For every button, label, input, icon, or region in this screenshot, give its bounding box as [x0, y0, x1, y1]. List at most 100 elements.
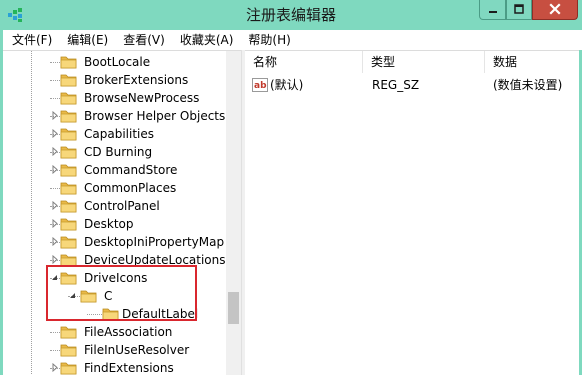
minimize-button[interactable] — [479, 0, 506, 20]
tree-connector — [50, 80, 60, 81]
tree-item[interactable]: Capabilities — [3, 125, 223, 143]
tree-connector — [50, 350, 60, 351]
folder-icon — [60, 146, 77, 159]
list-row[interactable]: ab (默认) REG_SZ (数值未设置) — [245, 75, 579, 95]
folder-icon — [60, 74, 77, 87]
menu-edit[interactable]: 编辑(E) — [58, 30, 114, 50]
folder-icon — [60, 164, 77, 177]
menu-favorites[interactable]: 收藏夹(A) — [171, 30, 240, 50]
expand-arrow-icon[interactable] — [50, 111, 59, 120]
tree-item-label: FindExtensions — [84, 361, 174, 375]
values-list[interactable]: 名称 类型 数据 ab (默认) REG_SZ (数值未设置) — [245, 50, 579, 375]
folder-icon — [60, 362, 77, 375]
folder-icon — [60, 128, 77, 141]
tree-item-label: DesktopIniPropertyMap — [84, 235, 225, 249]
folder-icon — [102, 308, 119, 321]
tree-item[interactable]: FileAssociation — [3, 323, 223, 341]
tree-item-label: FileInUseResolver — [84, 343, 190, 357]
menu-bar-items: 文件(F) 编辑(E) 查看(V) 收藏夹(A) 帮助(H) — [3, 30, 582, 50]
collapse-arrow-icon[interactable] — [68, 291, 77, 300]
value-name: (默认) — [270, 78, 304, 92]
value-data: (数值未设置) — [493, 78, 563, 92]
tree-item-label: DriveIcons — [84, 271, 148, 285]
expand-arrow-icon[interactable] — [50, 219, 59, 228]
folder-icon — [60, 344, 77, 357]
folder-open-icon — [80, 290, 97, 303]
tree-connector — [87, 314, 102, 315]
title-bar: 注册表编辑器 — [0, 0, 582, 30]
tree-item-label: ControlPanel — [84, 199, 160, 213]
tree-item[interactable]: CD Burning — [3, 143, 223, 161]
menu-help[interactable]: 帮助(H) — [239, 30, 296, 50]
tree-item[interactable]: Desktop — [3, 215, 223, 233]
tree-item-label: C — [104, 289, 113, 303]
tree-item[interactable]: Browser Helper Objects — [3, 107, 226, 125]
expand-arrow-icon[interactable] — [50, 165, 59, 174]
expand-arrow-icon[interactable] — [50, 201, 59, 210]
tree-item-label: FileAssociation — [84, 325, 173, 339]
folder-icon — [60, 56, 77, 69]
tree-item[interactable]: BootLocale — [3, 53, 223, 71]
folder-icon — [60, 200, 77, 213]
menu-file[interactable]: 文件(F) — [3, 30, 58, 50]
tree-connector — [50, 188, 60, 189]
tree-item-label: Capabilities — [84, 127, 154, 141]
tree-connector — [50, 332, 60, 333]
tree-connector — [50, 62, 60, 63]
tree-item-label: DeviceUpdateLocations — [84, 253, 226, 267]
menu-bar: 文件(F) 编辑(E) 查看(V) 收藏夹(A) 帮助(H) — [0, 30, 582, 50]
column-header-name[interactable]: 名称 — [245, 51, 363, 73]
expand-arrow-icon[interactable] — [50, 363, 59, 372]
tree-item[interactable]: BrowseNewProcess — [3, 89, 223, 107]
tree-scrollbar-thumb[interactable] — [228, 292, 239, 324]
folder-icon — [60, 218, 77, 231]
tree-item[interactable]: DefaultLabel — [3, 305, 223, 323]
tree-item[interactable]: FindExtensions — [3, 359, 223, 375]
tree-item[interactable]: BrokerExtensions — [3, 71, 223, 89]
tree-item[interactable]: ControlPanel — [3, 197, 223, 215]
string-value-icon: ab — [252, 78, 268, 92]
expand-arrow-icon[interactable] — [50, 255, 59, 264]
tree-item-label: CD Burning — [84, 145, 153, 159]
maximize-button[interactable] — [506, 0, 532, 20]
expand-arrow-icon[interactable] — [50, 129, 59, 138]
folder-icon — [60, 92, 77, 105]
tree-connector — [50, 98, 60, 99]
tree-item[interactable]: DeviceUpdateLocations — [3, 251, 226, 269]
tree-item[interactable]: DesktopIniPropertyMap — [3, 233, 225, 251]
folder-icon — [60, 182, 77, 195]
value-type: REG_SZ — [372, 78, 420, 92]
minimize-icon — [488, 11, 497, 13]
tree-item-label: Desktop — [84, 217, 134, 231]
close-icon — [549, 3, 561, 15]
folder-icon — [60, 110, 77, 123]
menu-view[interactable]: 查看(V) — [114, 30, 171, 50]
tree-item-label: BrokerExtensions — [84, 73, 189, 87]
expand-arrow-icon[interactable] — [50, 147, 59, 156]
expand-arrow-icon[interactable] — [50, 237, 59, 246]
tree-item-label: BootLocale — [84, 55, 151, 69]
close-button[interactable] — [532, 0, 578, 20]
tree-item[interactable]: CommonPlaces — [3, 179, 223, 197]
tree-scrollbar[interactable] — [226, 51, 241, 375]
column-header-type[interactable]: 类型 — [363, 51, 485, 73]
column-header-data[interactable]: 数据 — [485, 51, 579, 73]
tree-item-label: DefaultLabel — [122, 307, 199, 321]
folder-icon — [60, 254, 77, 267]
tree-item[interactable]: CommandStore — [3, 161, 223, 179]
folder-open-icon — [60, 272, 77, 285]
folder-icon — [60, 236, 77, 249]
list-header: 名称 类型 数据 — [245, 51, 579, 73]
tree-item-label: CommonPlaces — [84, 181, 177, 195]
tree-item-label: Browser Helper Objects — [84, 109, 226, 123]
registry-tree[interactable]: BootLocale BrokerExtensions BrowseNewProce… — [3, 50, 241, 375]
svg-text:ab: ab — [254, 81, 267, 91]
tree-item[interactable]: C — [3, 287, 223, 305]
collapse-arrow-icon[interactable] — [50, 273, 59, 282]
tree-item-label: BrowseNewProcess — [84, 91, 200, 105]
tree-item[interactable]: DriveIcons — [3, 269, 223, 287]
tree-item-label: CommandStore — [84, 163, 178, 177]
tree-item[interactable]: FileInUseResolver — [3, 341, 223, 359]
maximize-icon — [514, 4, 524, 14]
folder-icon — [60, 326, 77, 339]
